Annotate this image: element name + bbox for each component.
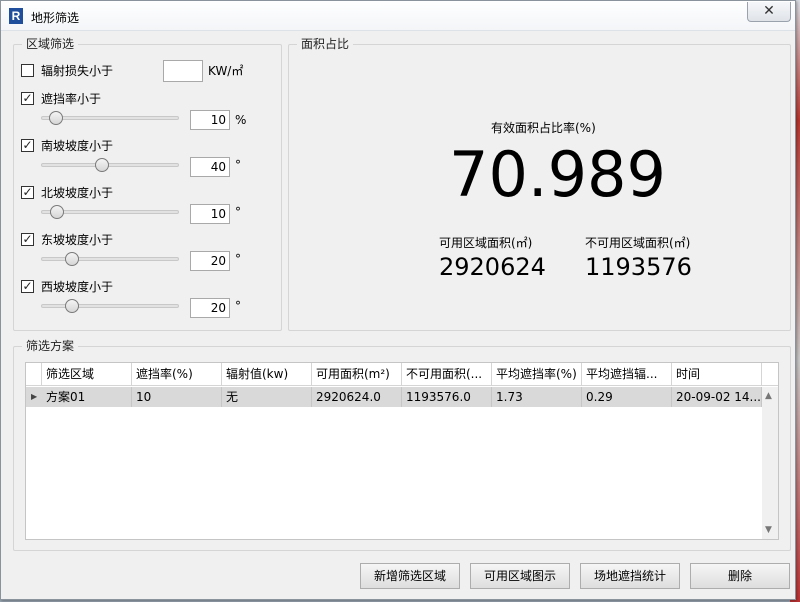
column-header[interactable]: 遮挡率(%)	[132, 363, 222, 386]
table-cell[interactable]: 无	[222, 387, 312, 407]
column-header[interactable]: 时间	[672, 363, 762, 386]
column-header[interactable]: 平均遮挡辐...	[582, 363, 672, 386]
table-cell[interactable]: 1.73	[492, 387, 582, 407]
west-slope-checkbox[interactable]: ✓	[21, 280, 34, 293]
east-slope-input[interactable]: 20	[190, 251, 230, 271]
title-bar[interactable]: R 地形筛选 ✕	[1, 1, 795, 31]
table-row[interactable]: ▶ 方案01 10 无 2920624.0 1193576.0 1.73 0.2…	[26, 387, 762, 407]
table-cell[interactable]: 20-09-02 14...	[672, 387, 762, 407]
east-slope-unit: °	[235, 252, 241, 266]
east-slope-label: 东坡坡度小于	[41, 233, 114, 247]
column-header[interactable]: 辐射值(kw)	[222, 363, 312, 386]
shading-label: 遮挡率小于	[41, 92, 102, 106]
table-cell[interactable]: 方案01	[42, 387, 132, 407]
filter-row-south-slope: ✓ 南坡坡度小于	[21, 138, 271, 154]
west-slope-slider-track[interactable]	[41, 304, 179, 308]
unusable-area-value: 1193576	[585, 253, 692, 281]
table-header: 筛选区域 遮挡率(%) 辐射值(kw) 可用面积(m²) 不可用面积(... 平…	[26, 363, 778, 386]
revit-app-icon: R	[9, 8, 23, 24]
west-slope-label: 西坡坡度小于	[41, 280, 114, 294]
south-slope-slider-track[interactable]	[41, 163, 179, 167]
window-title: 地形筛选	[31, 11, 80, 25]
row-selector-icon: ▶	[31, 392, 38, 401]
unusable-area-label: 不可用区域面积(㎡)	[585, 236, 691, 250]
east-slope-checkbox[interactable]: ✓	[21, 233, 34, 246]
ratio-label: 有效面积占比率(%)	[491, 121, 596, 135]
scroll-down-icon[interactable]: ▼	[765, 525, 772, 535]
scheme-title: 筛选方案	[22, 339, 79, 353]
shading-stats-button[interactable]: 场地遮挡统计	[580, 563, 680, 589]
radiation-checkbox[interactable]	[21, 64, 34, 77]
north-slope-slider-thumb[interactable]	[50, 205, 64, 219]
scheme-table: 筛选区域 遮挡率(%) 辐射值(kw) 可用面积(m²) 不可用面积(... 平…	[25, 362, 779, 540]
filter-row-west-slope: ✓ 西坡坡度小于	[21, 279, 271, 295]
radiation-input[interactable]	[163, 60, 203, 82]
east-slope-slider-track[interactable]	[41, 257, 179, 261]
add-region-button[interactable]: 新增筛选区域	[360, 563, 460, 589]
area-ratio-title: 面积占比	[297, 37, 354, 51]
south-slope-label: 南坡坡度小于	[41, 139, 114, 153]
show-usable-area-button[interactable]: 可用区域图示	[470, 563, 570, 589]
table-cell[interactable]: 10	[132, 387, 222, 407]
table-cell[interactable]: 0.29	[582, 387, 672, 407]
shading-slider-thumb[interactable]	[49, 111, 63, 125]
shading-unit: %	[235, 113, 247, 127]
shading-checkbox[interactable]: ✓	[21, 92, 34, 105]
south-slope-slider-thumb[interactable]	[95, 158, 109, 172]
delete-button[interactable]: 删除	[690, 563, 790, 589]
column-header[interactable]: 可用面积(m²)	[312, 363, 402, 386]
west-slope-unit: °	[235, 299, 241, 313]
table-scrollbar[interactable]: ▲ ▼	[762, 387, 778, 539]
dialog-window: R 地形筛选 ✕ 区域筛选 辐射损失小于 KW/㎡ ✓ 遮挡率小于 10 % ✓…	[0, 0, 796, 600]
north-slope-unit: °	[235, 205, 241, 219]
filter-row-east-slope: ✓ 东坡坡度小于	[21, 232, 271, 248]
west-slope-input[interactable]: 20	[190, 298, 230, 318]
filter-row-shading: ✓ 遮挡率小于	[21, 91, 271, 107]
scroll-up-icon[interactable]: ▲	[765, 391, 772, 401]
usable-area-value: 2920624	[439, 253, 546, 281]
column-header[interactable]: 不可用面积(...	[402, 363, 492, 386]
radiation-unit: KW/㎡	[208, 64, 244, 78]
west-slope-slider-thumb[interactable]	[65, 299, 79, 313]
shading-input[interactable]: 10	[190, 110, 230, 130]
table-cell[interactable]: 1193576.0	[402, 387, 492, 407]
south-slope-input[interactable]: 40	[190, 157, 230, 177]
south-slope-checkbox[interactable]: ✓	[21, 139, 34, 152]
south-slope-unit: °	[235, 158, 241, 172]
ratio-value: 70.989	[449, 138, 666, 211]
close-button[interactable]: ✕	[747, 2, 791, 22]
radiation-label: 辐射损失小于	[41, 64, 114, 78]
column-header[interactable]: 筛选区域	[42, 363, 132, 386]
filter-row-north-slope: ✓ 北坡坡度小于	[21, 185, 271, 201]
row-header-corner	[26, 363, 42, 386]
north-slope-input[interactable]: 10	[190, 204, 230, 224]
north-slope-label: 北坡坡度小于	[41, 186, 114, 200]
table-cell[interactable]: 2920624.0	[312, 387, 402, 407]
east-slope-slider-thumb[interactable]	[65, 252, 79, 266]
usable-area-label: 可用区域面积(㎡)	[439, 236, 533, 250]
north-slope-checkbox[interactable]: ✓	[21, 186, 34, 199]
column-header[interactable]: 平均遮挡率(%)	[492, 363, 582, 386]
region-filter-title: 区域筛选	[22, 37, 79, 51]
